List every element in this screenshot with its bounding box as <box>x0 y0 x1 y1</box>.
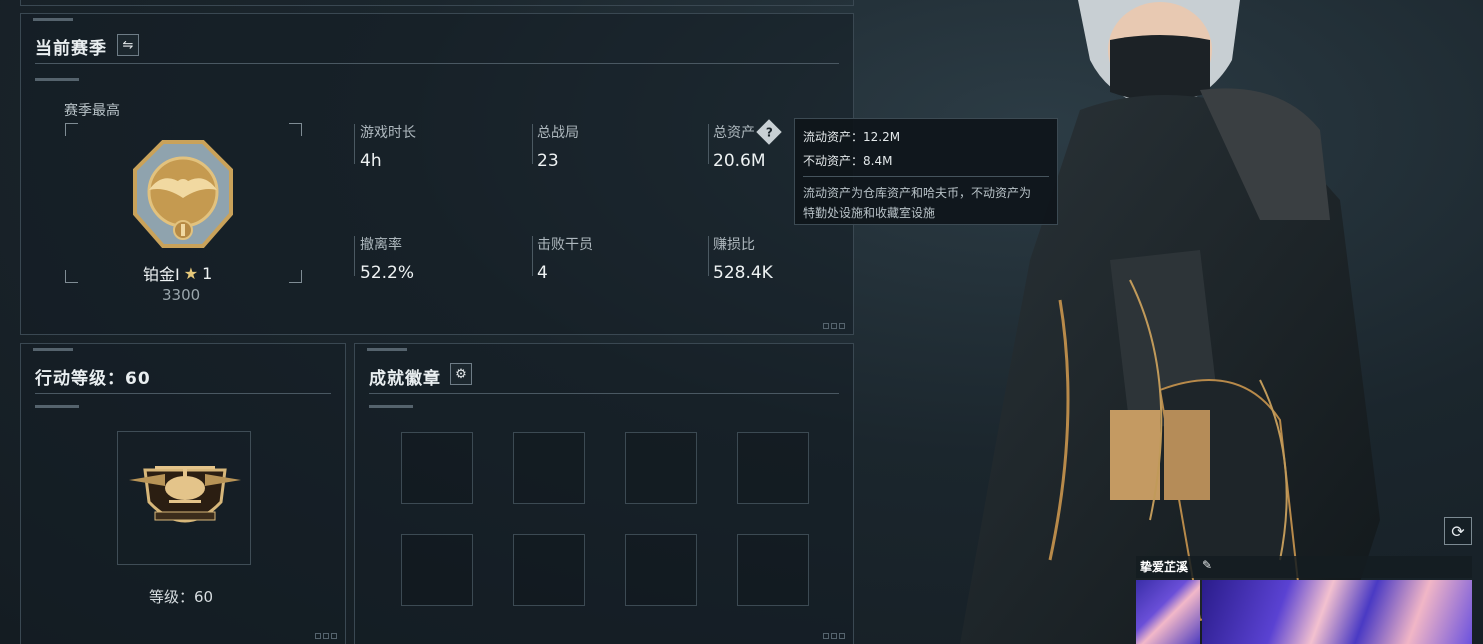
achievement-panel: 成就徽章 ⚙ <box>354 343 854 644</box>
rank-line: 铂金I ★ 1 <box>143 261 212 285</box>
stat-value: 23 <box>537 151 559 171</box>
stat-total-matches: 总战局 23 <box>537 122 579 171</box>
edit-name-icon[interactable]: ✎ <box>1202 558 1212 572</box>
action-level-panel: 行动等级：60 等级：60 <box>20 343 346 644</box>
stat-label: 总战局 <box>537 125 579 141</box>
stat-profit-loss-ratio: 赚损比 528.4K <box>713 234 773 283</box>
stat-divider <box>354 124 355 164</box>
level-text: 等级：60 <box>149 588 214 606</box>
season-panel: 当前赛季 ⇋ 赛季最高 铂金I ★ 1 3300 游戏时长 4h 总战局 23 <box>20 13 854 335</box>
achievement-divider <box>369 393 839 394</box>
stat-label: 撤离率 <box>360 237 402 253</box>
stat-label: 游戏时长 <box>360 125 416 141</box>
star-icon: ★ <box>183 263 199 283</box>
stat-divider <box>708 236 709 276</box>
stat-value: 4h <box>360 151 382 171</box>
character-name: 挚爱芷溪 <box>1140 560 1189 574</box>
badge-slot[interactable] <box>625 534 697 606</box>
character-nameplate: 挚爱芷溪 ✎ <box>1136 556 1472 644</box>
badge-slot[interactable] <box>401 534 473 606</box>
stat-value: 20.6M <box>713 151 766 171</box>
stat-play-time: 游戏时长 4h <box>360 122 416 171</box>
nameplate-skin-banner <box>1202 580 1472 644</box>
bracket-tr <box>289 123 302 136</box>
achievement-title: 成就徽章 <box>369 369 441 389</box>
top-panel-edge <box>20 0 854 6</box>
season-title-divider <box>35 63 839 64</box>
stat-operators-defeated: 击败干员 4 <box>537 234 593 283</box>
panel-header-mark <box>33 18 73 21</box>
stat-extraction-rate: 撤离率 52.2% <box>360 234 414 283</box>
badge-slot[interactable] <box>737 534 809 606</box>
helicopter-badge-icon <box>125 452 245 542</box>
badge-slot[interactable] <box>513 432 585 504</box>
badge-slot[interactable] <box>513 534 585 606</box>
corner-decoration <box>823 633 845 639</box>
rank-stars: 1 <box>202 263 213 283</box>
bracket-tl <box>65 123 78 136</box>
help-icon[interactable]: ? <box>756 119 782 145</box>
refresh-button[interactable]: ⟳ <box>1444 517 1472 545</box>
assets-tooltip: 流动资产：12.2M 不动资产：8.4M 流动资产为仓库资产和哈夫币，不动资产为… <box>794 118 1058 225</box>
tooltip-liquid-assets: 流动资产：12.2M <box>803 130 901 144</box>
bracket-bl <box>65 270 78 283</box>
platinum-rank-emblem-icon <box>123 134 243 254</box>
badge-slot[interactable] <box>401 432 473 504</box>
stat-divider <box>532 236 533 276</box>
action-level-title: 行动等级：60 <box>35 369 151 389</box>
stat-divider <box>354 236 355 276</box>
divider-sub-mark <box>35 78 79 81</box>
panel-header-mark <box>33 348 73 351</box>
stat-value: 528.4K <box>713 263 773 283</box>
stat-label-text: 总资产 <box>713 125 755 141</box>
badge-slot[interactable] <box>737 432 809 504</box>
stat-divider <box>532 124 533 164</box>
corner-decoration <box>823 323 845 329</box>
panel-header-mark <box>367 348 407 351</box>
badge-slot[interactable] <box>625 432 697 504</box>
stat-value: 4 <box>537 263 548 283</box>
bracket-br <box>289 270 302 283</box>
stat-value: 52.2% <box>360 263 415 283</box>
rank-name: 铂金I <box>143 265 180 284</box>
rank-points: 3300 <box>162 286 201 304</box>
stat-label: 击败干员 <box>537 237 593 253</box>
switch-season-button[interactable]: ⇋ <box>117 34 139 56</box>
tooltip-divider <box>803 176 1049 177</box>
corner-decoration <box>315 633 337 639</box>
stat-total-assets: 总资产 ? 20.6M <box>713 119 782 171</box>
divider-sub-mark <box>35 405 79 408</box>
character-model <box>960 0 1483 644</box>
divider-sub-mark <box>369 405 413 408</box>
season-title: 当前赛季 <box>35 39 107 59</box>
tooltip-description-line2: 特勤处设施和收藏室设施 <box>803 206 936 220</box>
stat-label: 赚损比 <box>713 237 755 253</box>
action-level-divider <box>35 393 331 394</box>
tooltip-fixed-assets: 不动资产：8.4M <box>803 154 893 168</box>
nameplate-skin-small[interactable] <box>1136 580 1200 644</box>
tooltip-description-line1: 流动资产为仓库资产和哈夫币，不动资产为 <box>803 186 1032 200</box>
achievement-settings-button[interactable]: ⚙ <box>450 363 472 385</box>
swap-icon: ⇋ <box>122 37 134 53</box>
stat-divider <box>708 124 709 164</box>
stat-label: 总资产 ? <box>713 119 782 145</box>
season-best-label: 赛季最高 <box>64 103 120 119</box>
gear-icon: ⚙ <box>455 366 467 382</box>
refresh-icon: ⟳ <box>1451 521 1465 541</box>
